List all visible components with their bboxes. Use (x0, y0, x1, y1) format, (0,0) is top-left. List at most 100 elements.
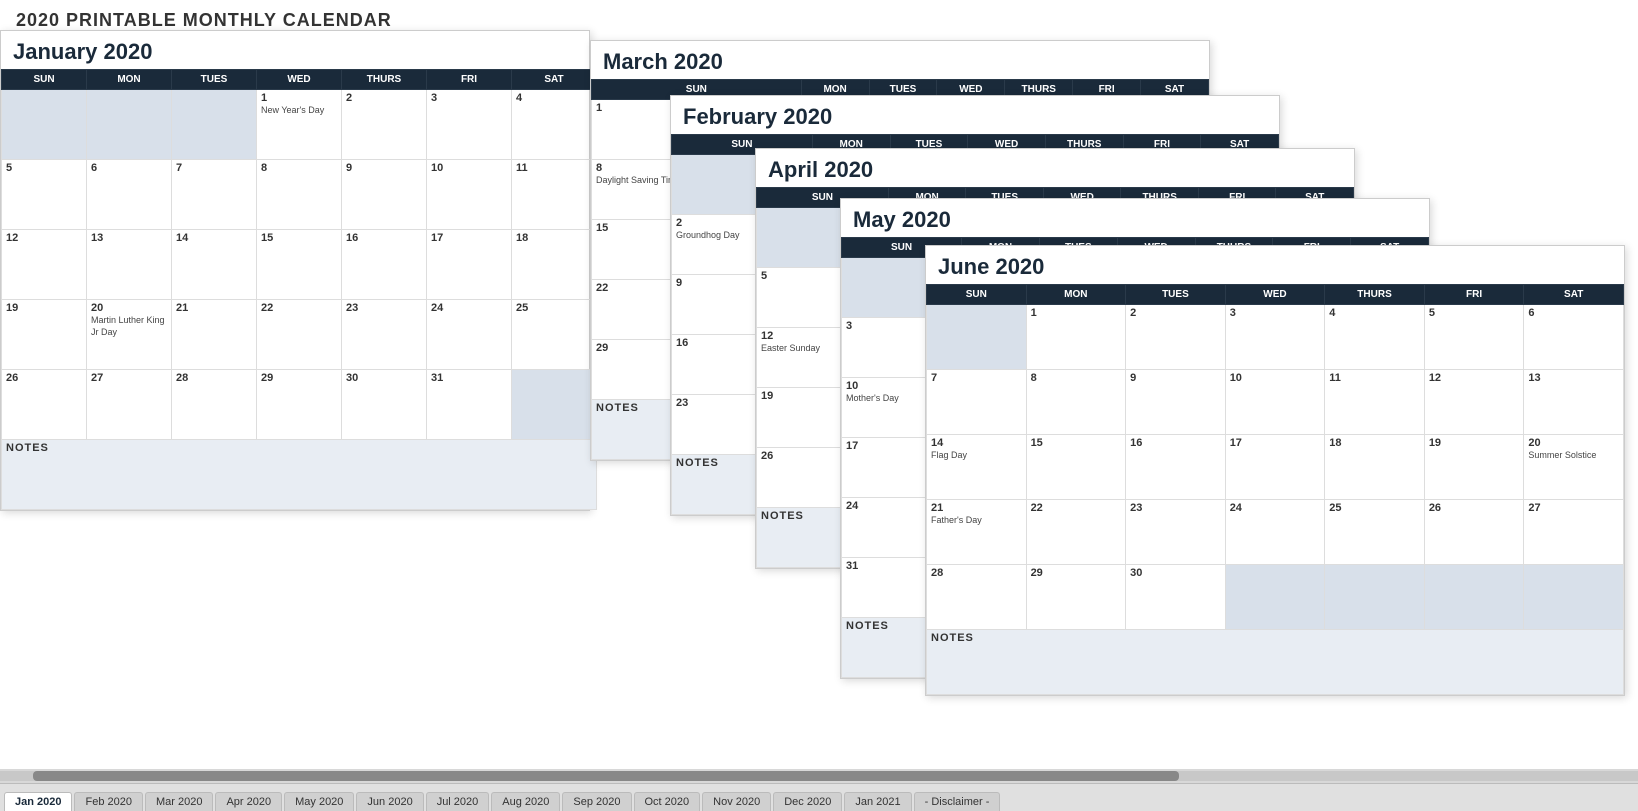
calendar-jan: January 2020 SUN MON TUES WED THURS FRI … (0, 30, 590, 511)
tab-sep-2020[interactable]: Sep 2020 (562, 792, 631, 811)
day-cell: 30 (342, 370, 427, 440)
notes-row: NOTES (2, 440, 597, 510)
day-cell: 2 (1126, 305, 1226, 370)
day-cell: 5 (2, 160, 87, 230)
day-cell: 20Summer Solstice (1524, 435, 1624, 500)
tab-disclaimer[interactable]: - Disclaimer - (914, 792, 1001, 811)
day-cell: 19 (1424, 435, 1524, 500)
day-cell: 29 (257, 370, 342, 440)
day-cell: 10 (1225, 370, 1325, 435)
day-cell: 24 (427, 300, 512, 370)
day-cell: 7 (172, 160, 257, 230)
tab-jul-2020[interactable]: Jul 2020 (426, 792, 490, 811)
table-row: 1New Year's Day 2 3 4 (2, 90, 597, 160)
empty-cell (1225, 565, 1325, 630)
empty-cell (512, 370, 597, 440)
day-cell: 15 (1026, 435, 1126, 500)
col-mon: MON (1026, 285, 1126, 305)
table-row: 21Father's Day 22 23 24 25 26 27 (927, 500, 1624, 565)
col-thu: THURS (342, 70, 427, 90)
empty-cell (87, 90, 172, 160)
day-cell: 13 (1524, 370, 1624, 435)
day-cell: 14Flag Day (927, 435, 1027, 500)
tab-aug-2020[interactable]: Aug 2020 (491, 792, 560, 811)
table-row: 26 27 28 29 30 31 (2, 370, 597, 440)
mar-title: March 2020 (591, 41, 1209, 79)
scrollbar-area[interactable] (0, 769, 1638, 783)
day-cell: 21Father's Day (927, 500, 1027, 565)
notes-label: NOTES (2, 440, 597, 510)
col-sun: SUN (2, 70, 87, 90)
scrollbar-track[interactable] (0, 771, 1638, 781)
day-cell: 9 (1126, 370, 1226, 435)
day-cell: 24 (1225, 500, 1325, 565)
day-cell: 12 (1424, 370, 1524, 435)
day-cell: 18 (512, 230, 597, 300)
notes-row: NOTES (927, 630, 1624, 695)
day-cell: 17 (1225, 435, 1325, 500)
day-cell: 28 (172, 370, 257, 440)
table-row: 12 13 14 15 16 17 18 (2, 230, 597, 300)
col-tue: TUES (172, 70, 257, 90)
tab-may-2020[interactable]: May 2020 (284, 792, 354, 811)
day-cell: 14 (172, 230, 257, 300)
tab-feb-2020[interactable]: Feb 2020 (74, 792, 142, 811)
jan-title: January 2020 (1, 31, 589, 69)
jan-table: SUN MON TUES WED THURS FRI SAT 1New Year… (1, 69, 597, 510)
empty-cell (2, 90, 87, 160)
day-cell: 3 (427, 90, 512, 160)
col-fri: FRI (1424, 285, 1524, 305)
day-cell: 11 (1325, 370, 1425, 435)
table-row: 14Flag Day 15 16 17 18 19 20Summer Solst… (927, 435, 1624, 500)
tab-nov-2020[interactable]: Nov 2020 (702, 792, 771, 811)
col-sun: SUN (927, 285, 1027, 305)
day-cell: 22 (257, 300, 342, 370)
tab-mar-2020[interactable]: Mar 2020 (145, 792, 213, 811)
day-cell: 18 (1325, 435, 1425, 500)
day-cell: 17 (427, 230, 512, 300)
day-cell: 4 (1325, 305, 1425, 370)
tab-apr-2020[interactable]: Apr 2020 (215, 792, 282, 811)
table-row: 28 29 30 (927, 565, 1624, 630)
col-sat: SAT (1524, 285, 1624, 305)
scrollbar-thumb[interactable] (33, 771, 1180, 781)
day-cell: 15 (257, 230, 342, 300)
day-cell: 1New Year's Day (257, 90, 342, 160)
day-cell: 26 (1424, 500, 1524, 565)
day-cell: 19 (2, 300, 87, 370)
day-cell: 16 (342, 230, 427, 300)
day-cell: 20Martin Luther King Jr Day (87, 300, 172, 370)
tab-dec-2020[interactable]: Dec 2020 (773, 792, 842, 811)
table-row: 1 2 3 4 5 6 (927, 305, 1624, 370)
day-cell: 23 (1126, 500, 1226, 565)
tab-jun-2020[interactable]: Jun 2020 (356, 792, 423, 811)
day-cell: 25 (512, 300, 597, 370)
tab-jan-2020[interactable]: Jan 2020 (4, 792, 72, 811)
col-thu: THURS (1325, 285, 1425, 305)
day-cell: 26 (2, 370, 87, 440)
day-cell: 31 (427, 370, 512, 440)
day-cell: 8 (1026, 370, 1126, 435)
table-row: 19 20Martin Luther King Jr Day 21 22 23 … (2, 300, 597, 370)
day-cell: 6 (87, 160, 172, 230)
empty-cell (1424, 565, 1524, 630)
table-row: 7 8 9 10 11 12 13 (927, 370, 1624, 435)
day-cell: 21 (172, 300, 257, 370)
col-fri: FRI (427, 70, 512, 90)
day-cell: 11 (512, 160, 597, 230)
feb-title: February 2020 (671, 96, 1279, 134)
day-cell: 22 (1026, 500, 1126, 565)
day-cell: 25 (1325, 500, 1425, 565)
table-row: 5 6 7 8 9 10 11 (2, 160, 597, 230)
day-cell: 23 (342, 300, 427, 370)
tab-jan-2021[interactable]: Jan 2021 (844, 792, 911, 811)
day-cell: 8 (257, 160, 342, 230)
day-cell: 16 (1126, 435, 1226, 500)
day-cell: 28 (927, 565, 1027, 630)
col-tue: TUES (1126, 285, 1226, 305)
day-cell: 27 (1524, 500, 1624, 565)
notes-label: NOTES (927, 630, 1624, 695)
col-wed: WED (257, 70, 342, 90)
day-cell: 3 (1225, 305, 1325, 370)
tab-oct-2020[interactable]: Oct 2020 (634, 792, 701, 811)
